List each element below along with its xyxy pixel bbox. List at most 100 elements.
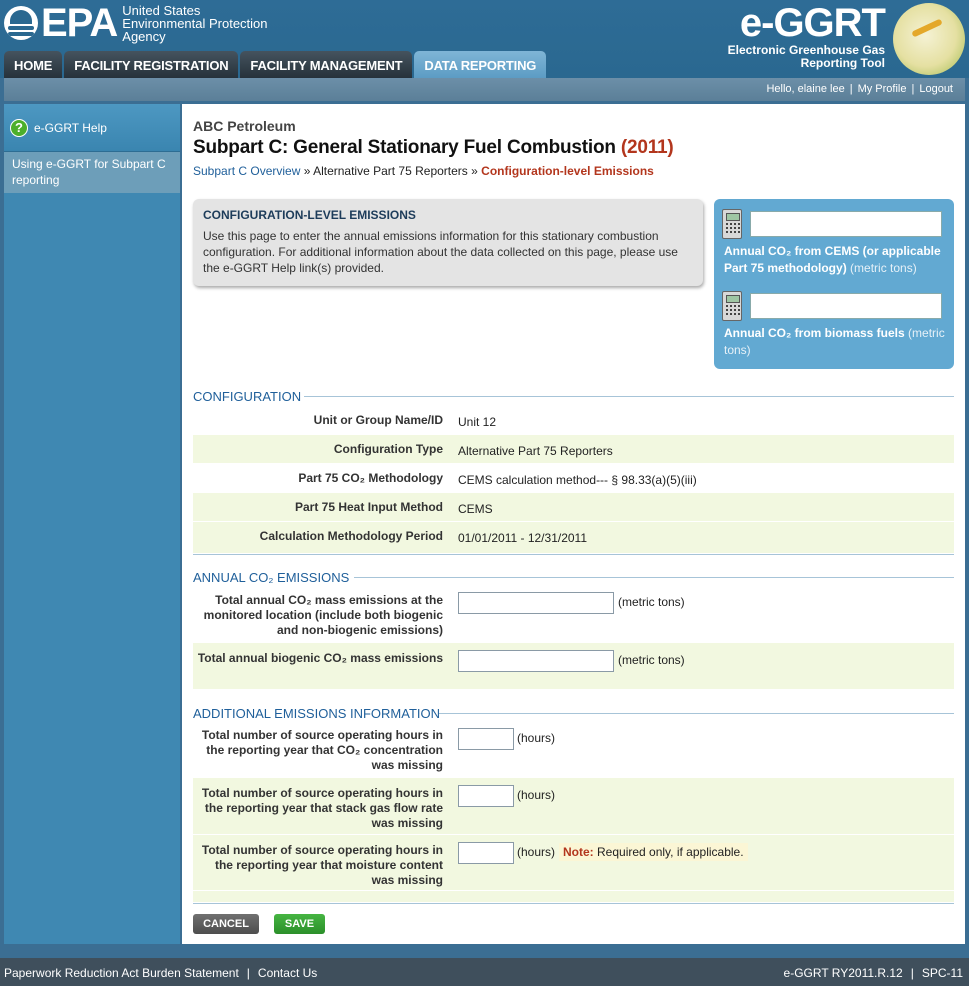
separator: | <box>246 966 250 980</box>
config-row-period: Calculation Methodology Period 01/01/201… <box>193 522 954 554</box>
config-value: Unit 12 <box>458 415 497 429</box>
info-box-text: Use this page to enter the annual emissi… <box>203 229 678 275</box>
moisture-missing-hours-input[interactable] <box>458 842 514 864</box>
cems-co2-label: Annual CO₂ from CEMS (or applicable Part… <box>724 243 946 277</box>
cancel-button[interactable]: CANCEL <box>193 914 259 934</box>
config-value: 01/01/2011 - 12/31/2011 <box>458 531 587 545</box>
tab-data-reporting[interactable]: DATA REPORTING <box>414 51 547 78</box>
section-annual-co2-title: ANNUAL CO₂ EMISSIONS <box>193 570 350 585</box>
emissions-calculator-panel: Annual CO₂ from CEMS (or applicable Part… <box>714 199 954 369</box>
sidebar-help-label: e-GGRT Help <box>34 120 107 135</box>
co2-missing-hours-input[interactable] <box>458 728 514 750</box>
annual-co2-input[interactable] <box>458 592 614 614</box>
flow-missing-hours-row: Total number of source operating hours i… <box>193 778 954 835</box>
agency-line: Environmental Protection <box>122 15 268 31</box>
co2-missing-hours-row: Total number of source operating hours i… <box>193 724 954 778</box>
agency-line: Agency <box>122 28 166 44</box>
unit-label: (hours) <box>517 788 556 802</box>
biogenic-co2-row: Total annual biogenic CO₂ mass emissions… <box>193 643 954 690</box>
annual-co2-row: Total annual CO₂ mass emissions at the m… <box>193 588 954 643</box>
contact-us-link[interactable]: Contact Us <box>258 966 317 980</box>
unit-label: (hours) <box>517 845 556 859</box>
unit-label: (metric tons) <box>618 653 685 667</box>
breadcrumb-subpart-c-overview[interactable]: Subpart C Overview <box>193 164 300 178</box>
main-content: ABC Petroleum Subpart C: General Station… <box>182 104 965 944</box>
calculator-icon[interactable] <box>722 291 742 321</box>
config-value: CEMS calculation method--- § 98.33(a)(5)… <box>458 473 697 487</box>
config-label: Unit or Group Name/ID <box>313 413 443 427</box>
moisture-missing-hours-row: Total number of source operating hours i… <box>193 835 954 891</box>
annual-co2-label: Total annual CO₂ mass emissions at the m… <box>203 593 443 637</box>
main-nav: HOME FACILITY REGISTRATION FACILITY MANA… <box>4 51 547 78</box>
unit-label: (hours) <box>517 731 556 745</box>
config-label: Part 75 Heat Input Method <box>294 500 443 514</box>
biogenic-co2-input[interactable] <box>458 650 614 672</box>
site-header: EPA United States Environmental Protecti… <box>0 0 969 78</box>
page-code: SPC-11 <box>921 966 963 980</box>
biomass-co2-label: Annual CO₂ from biomass fuels (metric to… <box>724 325 946 359</box>
app-subtitle-line: Reporting Tool <box>800 56 885 70</box>
agency-line: United States <box>122 2 201 18</box>
separator: | <box>849 83 853 95</box>
paperwork-reduction-link[interactable]: Paperwork Reduction Act Burden Statement <box>4 966 239 980</box>
config-row-unit: Unit or Group Name/ID Unit 12 <box>193 406 954 435</box>
logout-link[interactable]: Logout <box>919 83 953 95</box>
section-divider <box>354 577 954 578</box>
cems-co2-total-field <box>750 211 942 237</box>
tab-home[interactable]: HOME <box>4 51 63 78</box>
note-required-if-applicable: Note: Required only, if applicable. <box>559 843 748 861</box>
config-label: Configuration Type <box>333 442 443 456</box>
sidebar: ? e-GGRT Help Using e-GGRT for Subpart C… <box>4 104 180 944</box>
save-button[interactable]: SAVE <box>274 914 325 934</box>
version-label: e-GGRT RY2011.R.12 <box>783 966 903 980</box>
moisture-missing-hours-label: Total number of source operating hours i… <box>201 843 443 887</box>
reporting-year: (2011) <box>620 137 674 158</box>
user-greeting: Hello, elaine lee <box>766 83 845 95</box>
sidebar-help-link[interactable]: ? e-GGRT Help <box>4 104 180 152</box>
config-row-type: Configuration Type Alternative Part 75 R… <box>193 435 954 464</box>
sidebar-item-using-eggrt-subpart-c[interactable]: Using e-GGRT for Subpart C reporting <box>4 152 180 193</box>
cems-co2-unit: (metric tons) <box>850 261 917 275</box>
company-name: ABC Petroleum <box>193 118 296 134</box>
epa-agency-name: United States Environmental Protection A… <box>122 4 267 43</box>
config-label: Part 75 CO₂ Methodology <box>298 471 443 485</box>
flow-missing-hours-input[interactable] <box>458 785 514 807</box>
info-box: CONFIGURATION-LEVEL EMISSIONS Use this p… <box>193 199 703 286</box>
footer-links: Paperwork Reduction Act Burden Statement… <box>4 966 317 980</box>
form-spacer <box>193 891 954 903</box>
section-additional-title: ADDITIONAL EMISSIONS INFORMATION <box>193 706 441 721</box>
footer-version: e-GGRT RY2011.R.12 | SPC-11 <box>784 966 963 980</box>
tab-facility-registration[interactable]: FACILITY REGISTRATION <box>64 51 239 78</box>
note-label: Note: <box>563 845 594 859</box>
eggrt-logo[interactable]: e-GGRT Electronic Greenhouse Gas Reporti… <box>728 2 886 70</box>
section-divider <box>304 396 954 397</box>
app-subtitle: Electronic Greenhouse Gas Reporting Tool <box>728 44 885 70</box>
config-value: Alternative Part 75 Reporters <box>458 444 613 458</box>
tab-facility-management[interactable]: FACILITY MANAGEMENT <box>240 51 413 78</box>
page-title-text: Subpart C: General Stationary Fuel Combu… <box>193 137 616 158</box>
page-title: Subpart C: General Stationary Fuel Combu… <box>193 137 674 159</box>
section-divider <box>439 713 954 714</box>
site-footer: Paperwork Reduction Act Burden Statement… <box>0 958 969 986</box>
section-divider <box>193 903 954 904</box>
config-row-heat-input: Part 75 Heat Input Method CEMS <box>193 493 954 522</box>
flow-missing-hours-label: Total number of source operating hours i… <box>201 786 443 830</box>
breadcrumb: Subpart C Overview » Alternative Part 75… <box>193 164 654 178</box>
info-box-title: CONFIGURATION-LEVEL EMISSIONS <box>203 208 416 222</box>
breadcrumb-alt-part75: Alternative Part 75 Reporters <box>313 164 468 178</box>
section-configuration-title: CONFIGURATION <box>193 389 302 404</box>
note-text: Required only, if applicable. <box>597 845 744 859</box>
section-divider <box>193 554 954 555</box>
epa-logo[interactable]: EPA United States Environmental Protecti… <box>4 3 268 43</box>
co2-missing-hours-label: Total number of source operating hours i… <box>201 728 443 772</box>
help-icon: ? <box>10 118 28 137</box>
biogenic-co2-label: Total annual biogenic CO₂ mass emissions <box>197 651 443 665</box>
breadcrumb-current: Configuration-level Emissions <box>481 164 654 178</box>
epa-logo-text: EPA <box>41 1 118 45</box>
heron-logo-icon <box>893 3 965 75</box>
my-profile-link[interactable]: My Profile <box>858 83 907 95</box>
separator: | <box>910 966 914 980</box>
biomass-co2-total-field <box>750 293 942 319</box>
separator: | <box>911 83 915 95</box>
calculator-icon[interactable] <box>722 209 742 239</box>
